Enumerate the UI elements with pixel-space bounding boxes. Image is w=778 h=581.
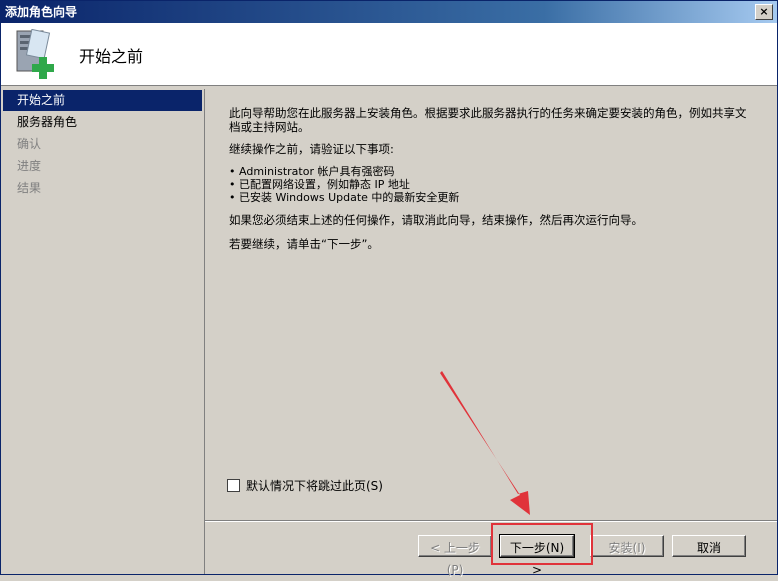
verify-text: 继续操作之前，请验证以下事项: — [229, 142, 394, 156]
page-heading: 开始之前 — [79, 47, 144, 66]
step-results: 结果 — [17, 181, 42, 195]
wizard-header: 开始之前 — [1, 23, 777, 86]
checkbox-box[interactable] — [227, 479, 240, 492]
wizard-steps: 开始之前 服务器角色 确认 进度 结果 — [1, 89, 205, 574]
back-button: < 上一步(P) — [418, 535, 492, 577]
install-button: 安装(I) — [590, 535, 664, 557]
title-bar[interactable]: 添加角色向导 × — [1, 1, 777, 23]
close-button[interactable]: × — [755, 4, 773, 20]
next-button-highlight — [491, 523, 593, 565]
wizard-window: 添加角色向导 × 开始之前 开始之前 服务器角色 确认 进度 结果 此向导帮助您… — [0, 0, 778, 575]
list-item: • 已安装 Windows Update 中的最新安全更新 — [229, 191, 460, 204]
cancel-note: 如果您必须结束上述的任何操作，请取消此向导，结束操作，然后再次运行向导。 — [229, 213, 643, 227]
wizard-content: 此向导帮助您在此服务器上安装角色。根据要求此服务器执行的任务来确定要安装的角色，… — [207, 89, 777, 519]
prerequisite-list: • Administrator 帐户具有强密码 • 已配置网络设置，例如静态 IP … — [229, 165, 459, 204]
footer-divider — [205, 520, 777, 522]
intro-text: 此向导帮助您在此服务器上安装角色。根据要求此服务器执行的任务来确定要安装的角色，… — [229, 106, 747, 134]
list-item: • Administrator 帐户具有强密码 — [229, 165, 395, 178]
window-title: 添加角色向导 — [5, 5, 78, 19]
skip-page-label: 默认情况下将跳过此页(S) — [246, 479, 383, 493]
step-before-you-begin[interactable]: 开始之前 — [3, 90, 202, 111]
continue-note: 若要继续，请单击“下一步”。 — [229, 237, 379, 251]
list-item: • 已配置网络设置，例如静态 IP 地址 — [229, 178, 410, 191]
step-progress: 进度 — [17, 159, 42, 173]
cancel-button[interactable]: 取消 — [672, 535, 746, 557]
server-add-icon — [16, 29, 54, 79]
skip-page-checkbox[interactable]: 默认情况下将跳过此页(S) — [227, 477, 383, 494]
step-confirmation: 确认 — [17, 137, 42, 151]
step-server-roles[interactable]: 服务器角色 — [3, 112, 202, 133]
